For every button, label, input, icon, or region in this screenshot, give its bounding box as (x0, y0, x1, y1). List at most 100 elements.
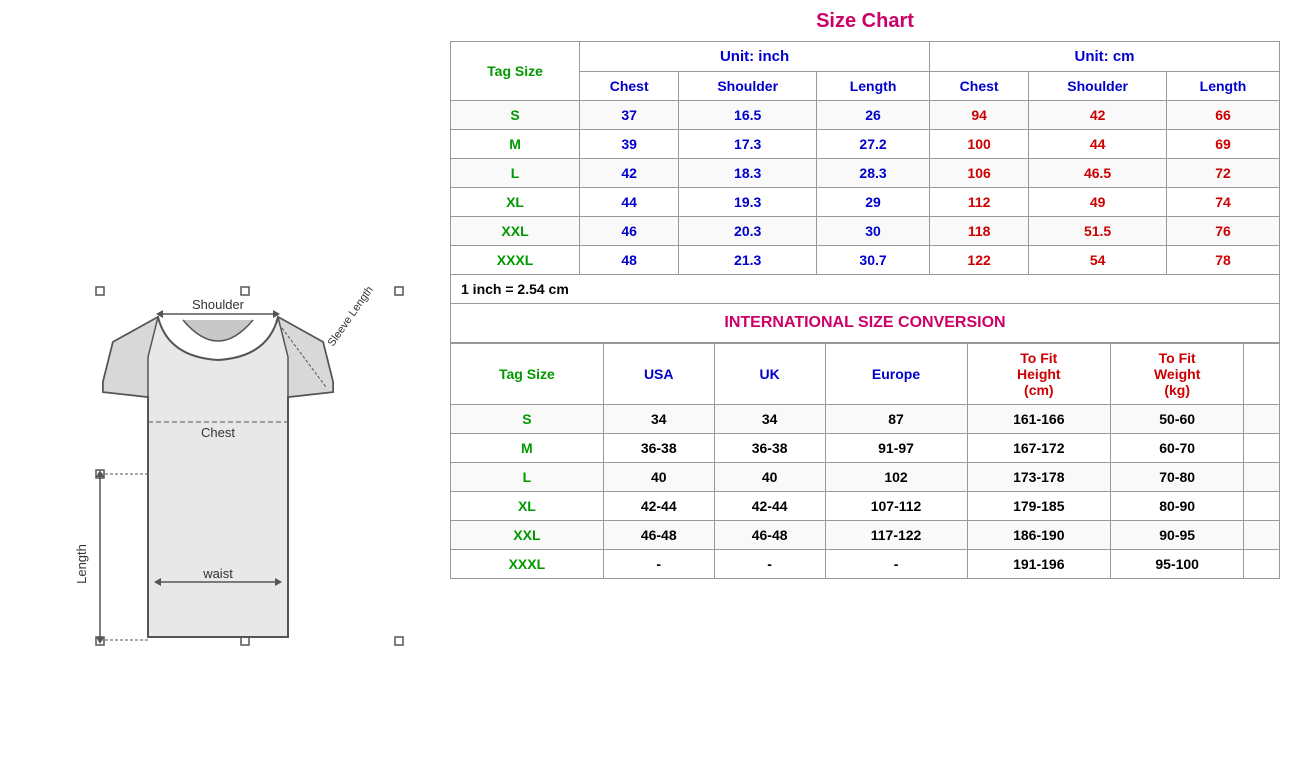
conv-uk-header: UK (714, 344, 825, 405)
inch-length-header: Length (817, 72, 930, 101)
cm-shoulder-header: Shoulder (1029, 72, 1167, 101)
inch-chest-header: Chest (580, 72, 679, 101)
size-inch-length: 30.7 (817, 246, 930, 275)
size-cm-chest: 122 (930, 246, 1029, 275)
conv-extra (1244, 434, 1280, 463)
size-row: M 39 17.3 27.2 100 44 69 (451, 130, 1280, 159)
conv-uk: 34 (714, 405, 825, 434)
conv-row: L 40 40 102 173-178 70-80 (451, 463, 1280, 492)
size-inch-length: 27.2 (817, 130, 930, 159)
size-inch-chest: 46 (580, 217, 679, 246)
conv-europe: 102 (825, 463, 967, 492)
size-inch-length: 26 (817, 101, 930, 130)
conv-tag: L (451, 463, 604, 492)
size-cm-length: 72 (1167, 159, 1280, 188)
size-chart-title: Size Chart (450, 10, 1280, 33)
conv-height-header: To FitHeight(cm) (967, 344, 1111, 405)
conv-uk: - (714, 550, 825, 579)
conv-europe: 107-112 (825, 492, 967, 521)
svg-text:waist: waist (202, 566, 233, 581)
conv-uk: 40 (714, 463, 825, 492)
conv-height: 161-166 (967, 405, 1111, 434)
conv-weight: 90-95 (1111, 521, 1244, 550)
conv-height: 191-196 (967, 550, 1111, 579)
conv-tag-size-header: Tag Size (451, 344, 604, 405)
conv-usa: 42-44 (603, 492, 714, 521)
size-inch-chest: 44 (580, 188, 679, 217)
svg-text:Sleeve Length: Sleeve Length (325, 284, 375, 349)
conv-uk: 36-38 (714, 434, 825, 463)
size-inch-length: 28.3 (817, 159, 930, 188)
size-inch-shoulder: 19.3 (679, 188, 817, 217)
conv-row: S 34 34 87 161-166 50-60 (451, 405, 1280, 434)
conv-usa: - (603, 550, 714, 579)
tag-size-header: Tag Size (451, 42, 580, 101)
conv-row: XXXL - - - 191-196 95-100 (451, 550, 1280, 579)
unit-inch-header: Unit: inch (580, 42, 930, 72)
tshirt-svg: Sleeve Length Shoulder Chest waist Lengt… (28, 92, 408, 682)
size-tag: XXL (451, 217, 580, 246)
size-tag: XL (451, 188, 580, 217)
size-cm-shoulder: 42 (1029, 101, 1167, 130)
size-row: L 42 18.3 28.3 106 46.5 72 (451, 159, 1280, 188)
conv-row: XL 42-44 42-44 107-112 179-185 80-90 (451, 492, 1280, 521)
conv-weight: 80-90 (1111, 492, 1244, 521)
conv-weight: 70-80 (1111, 463, 1244, 492)
conv-extra (1244, 463, 1280, 492)
size-tag: M (451, 130, 580, 159)
size-row: XXXL 48 21.3 30.7 122 54 78 (451, 246, 1280, 275)
conv-tag: XL (451, 492, 604, 521)
size-cm-shoulder: 49 (1029, 188, 1167, 217)
conv-tag: XXL (451, 521, 604, 550)
size-inch-shoulder: 16.5 (679, 101, 817, 130)
inch-shoulder-header: Shoulder (679, 72, 817, 101)
size-cm-chest: 118 (930, 217, 1029, 246)
conv-europe: - (825, 550, 967, 579)
conv-tag: XXXL (451, 550, 604, 579)
conv-usa: 34 (603, 405, 714, 434)
conversion-table: Tag Size USA UK Europe To FitHeight(cm) … (450, 343, 1280, 579)
svg-text:Shoulder: Shoulder (191, 297, 244, 312)
conv-extra-header (1244, 344, 1280, 405)
conv-usa: 36-38 (603, 434, 714, 463)
size-inch-shoulder: 21.3 (679, 246, 817, 275)
conv-weight: 50-60 (1111, 405, 1244, 434)
size-inch-shoulder: 17.3 (679, 130, 817, 159)
size-cm-chest: 100 (930, 130, 1029, 159)
cm-length-header: Length (1167, 72, 1280, 101)
conv-europe-header: Europe (825, 344, 967, 405)
conv-uk: 42-44 (714, 492, 825, 521)
conv-extra (1244, 521, 1280, 550)
conv-usa: 40 (603, 463, 714, 492)
size-cm-chest: 112 (930, 188, 1029, 217)
conv-height: 173-178 (967, 463, 1111, 492)
conv-europe: 91-97 (825, 434, 967, 463)
conv-row: XXL 46-48 46-48 117-122 186-190 90-95 (451, 521, 1280, 550)
conv-extra (1244, 405, 1280, 434)
size-row: XL 44 19.3 29 112 49 74 (451, 188, 1280, 217)
conv-uk: 46-48 (714, 521, 825, 550)
size-cm-chest: 106 (930, 159, 1029, 188)
conversion-title: INTERNATIONAL SIZE CONVERSION (450, 304, 1280, 343)
size-tag: XXXL (451, 246, 580, 275)
size-inch-chest: 37 (580, 101, 679, 130)
size-tag: L (451, 159, 580, 188)
unit-cm-header: Unit: cm (930, 42, 1280, 72)
tshirt-diagram-panel: Sleeve Length Shoulder Chest waist Lengt… (0, 0, 435, 773)
conv-extra (1244, 550, 1280, 579)
svg-text:Length: Length (74, 544, 89, 584)
conv-height: 186-190 (967, 521, 1111, 550)
conv-europe: 87 (825, 405, 967, 434)
size-cm-shoulder: 46.5 (1029, 159, 1167, 188)
size-inch-length: 30 (817, 217, 930, 246)
svg-text:Chest: Chest (201, 425, 235, 440)
conv-height: 167-172 (967, 434, 1111, 463)
inch-note: 1 inch = 2.54 cm (450, 275, 1280, 304)
size-cm-length: 76 (1167, 217, 1280, 246)
size-cm-length: 78 (1167, 246, 1280, 275)
conv-weight: 60-70 (1111, 434, 1244, 463)
size-cm-shoulder: 44 (1029, 130, 1167, 159)
conv-weight: 95-100 (1111, 550, 1244, 579)
size-inch-chest: 39 (580, 130, 679, 159)
size-inch-chest: 48 (580, 246, 679, 275)
